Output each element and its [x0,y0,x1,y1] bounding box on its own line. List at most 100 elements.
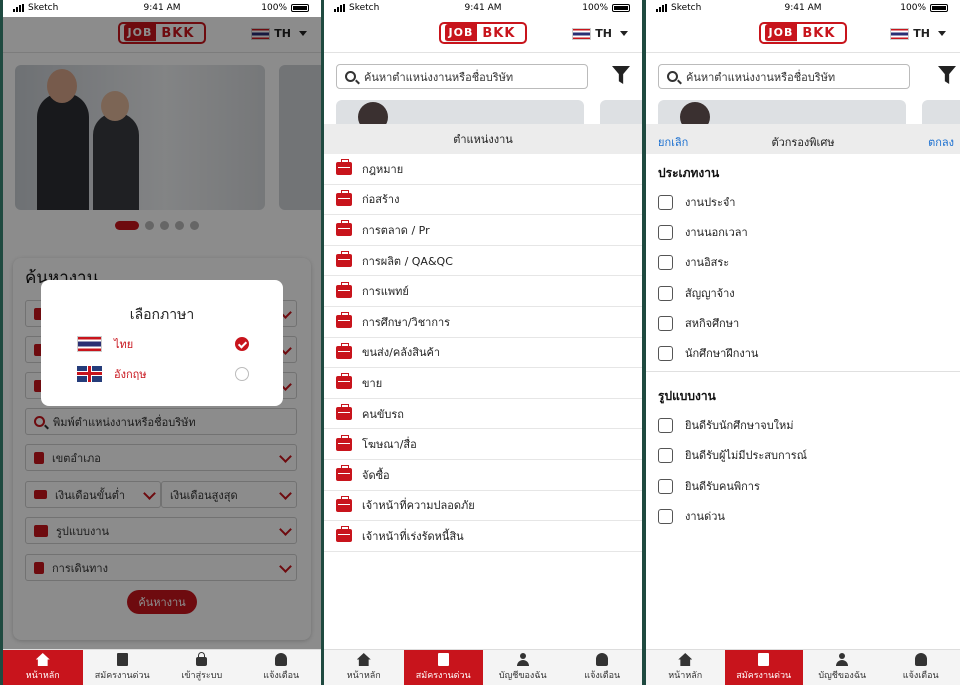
checkmark-icon [235,337,249,351]
briefcase-icon [336,312,352,329]
list-item[interactable]: การแพทย์ [324,276,642,307]
list-item[interactable]: คนขับรถ [324,399,642,430]
lock-icon [196,652,208,666]
thai-flag-icon [77,336,102,352]
bell-icon [914,653,927,666]
search-icon [667,71,678,82]
bottom-tab-bar: หน้าหลัก สมัครงานด่วน เข้าสู่ระบบ แจ้งเต… [3,649,321,685]
list-item[interactable]: ก่อสร้าง [324,185,642,216]
status-bar: Sketch 9:41 AM 100% [646,0,960,17]
checkbox[interactable] [658,417,673,433]
search-input[interactable]: ค้นหาตำแหน่งงานหรือชื่อบริษัท [658,64,910,89]
checkbox-item[interactable]: สหกิจศึกษา [658,314,739,332]
caret-down-icon [620,31,628,36]
checkbox-item[interactable]: งานอิสระ [658,253,729,271]
bottom-tab-bar: หน้าหลัก สมัครงานด่วน บัญชีของฉัน แจ้งเต… [324,649,642,685]
jobbkk-logo: JOB BKK [759,22,847,44]
list-item[interactable]: เจ้าหน้าที่ความปลอดภัย [324,491,642,522]
briefcase-icon [336,189,352,206]
language-option-english[interactable]: อังกฤษ [77,364,249,384]
tab-notifications[interactable]: แจ้งเตือน [563,650,643,685]
checkbox-item[interactable]: งานนอกเวลา [658,223,748,241]
filter-sheet-header: ยกเลิก ตัวกรองพิเศษ ตกลง [646,124,960,154]
document-icon [116,653,128,666]
tab-home[interactable]: หน้าหลัก [646,650,725,685]
section-divider [646,371,960,372]
filter-icon[interactable] [612,66,630,84]
tab-quick-apply[interactable]: สมัครงานด่วน [403,650,483,685]
home-icon [35,653,50,666]
tab-notifications[interactable]: แจ้งเตือน [882,650,960,685]
checkbox[interactable] [658,447,673,463]
briefcase-icon [336,465,352,482]
language-option-thai[interactable]: ไทย [77,334,249,354]
list-item[interactable]: การตลาด / Pr [324,215,642,246]
checkbox[interactable] [658,194,673,210]
sheet-title: ตำแหน่งงาน [324,124,642,154]
tab-notifications[interactable]: แจ้งเตือน [242,650,322,685]
checkbox-item[interactable]: ยินดีรับผู้ไม่มีประสบการณ์ [658,446,807,464]
caret-down-icon [938,31,946,36]
user-icon [836,653,849,666]
checkbox[interactable] [658,285,673,301]
sheet-title: ตัวกรองพิเศษ [771,136,835,149]
checkbox-item[interactable]: สัญญาจ้าง [658,284,735,302]
briefcase-icon [336,373,352,390]
list-item[interactable]: การผลิต / QA&QC [324,246,642,277]
document-icon [437,653,449,666]
tab-quick-apply[interactable]: สมัครงานด่วน [83,650,163,685]
section-job-type: ประเภทงาน [658,166,720,180]
checkbox[interactable] [658,254,673,270]
briefcase-icon [336,526,352,543]
list-item[interactable]: ขาย [324,368,642,399]
tab-my-account[interactable]: บัญชีของฉัน [803,650,882,685]
uk-flag-icon [77,366,102,382]
dialog-title: เลือกภาษา [129,307,195,323]
thai-flag-icon [890,27,910,40]
list-item[interactable]: กฎหมาย [324,154,642,185]
checkbox-item[interactable]: งานด่วน [658,507,725,525]
checkbox[interactable] [658,345,673,361]
checkbox[interactable] [658,478,673,494]
tab-login[interactable]: เข้าสู่ระบบ [162,650,242,685]
checkbox[interactable] [658,315,673,331]
tab-home[interactable]: หน้าหลัก [324,650,404,685]
position-list: กฎหมาย ก่อสร้าง การตลาด / Pr การผลิต / Q… [324,154,642,552]
briefcase-icon [336,159,352,176]
list-item[interactable]: จัดซื้อ [324,460,642,491]
status-bar: Sketch 9:41 AM 100% [324,0,642,17]
tab-quick-apply[interactable]: สมัครงานด่วน [724,650,803,685]
list-item[interactable]: โฆษณา/สื่อ [324,429,642,460]
search-icon [345,71,356,82]
briefcase-icon [336,220,352,237]
language-selector[interactable]: TH [890,27,946,40]
home-icon [356,653,371,666]
checkbox-item[interactable]: นักศึกษาฝึกงาน [658,344,758,362]
checkbox-item[interactable]: งานประจำ [658,193,736,211]
list-item[interactable]: การศึกษา/วิชาการ [324,307,642,338]
screen-position-list: Sketch 9:41 AM 100% JOB BKK TH ค้นหาตำแหน… [324,0,642,685]
section-job-format: รูปแบบงาน [658,389,716,403]
bell-icon [596,653,609,666]
tab-home[interactable]: หน้าหลัก [3,650,83,685]
briefcase-icon [336,281,352,298]
confirm-button[interactable]: ตกลง [928,133,954,151]
home-icon [678,653,693,666]
checkbox[interactable] [658,508,673,524]
user-icon [516,653,529,666]
battery-icon [291,4,309,12]
checkbox-item[interactable]: ยินดีรับคนพิการ [658,477,760,495]
briefcase-icon [336,404,352,421]
language-selector[interactable]: TH [572,27,628,40]
checkbox-item[interactable]: ยินดีรับนักศึกษาจบใหม่ [658,416,794,434]
filter-icon[interactable] [938,66,956,84]
app-header: JOB BKK TH [324,17,642,53]
tab-my-account[interactable]: บัญชีของฉัน [483,650,563,685]
search-input[interactable]: ค้นหาตำแหน่งงานหรือชื่อบริษัท [336,64,588,89]
list-item[interactable]: ขนส่ง/คลังสินค้า [324,338,642,369]
list-item[interactable]: เจ้าหน้าที่เร่งรัดหนี้สิน [324,521,642,552]
jobbkk-logo: JOB BKK [439,22,527,44]
checkbox[interactable] [658,224,673,240]
battery-percent: 100% [261,3,287,13]
battery-icon [930,4,948,12]
